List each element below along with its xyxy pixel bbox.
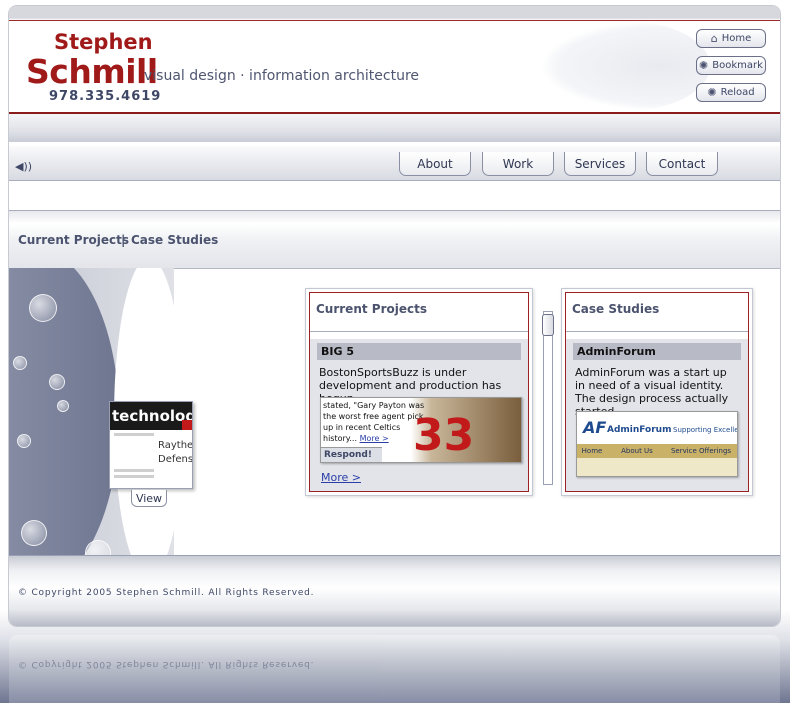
card-inner: Current Projects BIG 5 BostonSportsBuzz … bbox=[309, 292, 529, 492]
case-study-screenshot[interactable]: AF AdminForum Supporting Excelle Home Ab… bbox=[576, 411, 738, 477]
card-header-divider bbox=[566, 331, 748, 332]
site-tagline: visual design · information architecture bbox=[144, 68, 420, 84]
breadcrumb-current-projects[interactable]: Current Projects bbox=[18, 233, 129, 247]
header-rule bbox=[9, 20, 780, 21]
site-header: Stephen Schmill visual design · informat… bbox=[9, 6, 780, 114]
case-studies-card: Case Studies AdminForum AdminForum was a… bbox=[561, 288, 753, 496]
bubble-decoration bbox=[57, 400, 69, 412]
respond-tab[interactable]: Respond! bbox=[321, 447, 382, 462]
bubble-decoration bbox=[85, 540, 111, 555]
scrollbar[interactable] bbox=[542, 311, 554, 485]
phone-number: 978.335.4619 bbox=[49, 89, 162, 104]
bookmark-button-label: Bookmark bbox=[712, 60, 763, 71]
screenshot-nav-about[interactable]: About Us bbox=[607, 447, 667, 455]
copyright-reflection: © Copyright 2005 Stephen Schmill. All Ri… bbox=[18, 659, 315, 669]
screenshot-nav: Home About Us Service Offerings bbox=[577, 444, 737, 458]
bubble-decoration bbox=[21, 520, 47, 546]
adminforum-logo-mark: AF bbox=[583, 418, 607, 437]
site-footer: © Copyright 2005 Stephen Schmill. All Ri… bbox=[9, 555, 780, 626]
home-button[interactable]: ⌂ Home bbox=[696, 29, 766, 48]
tab-contact[interactable]: Contact bbox=[646, 152, 718, 176]
card-inner: Case Studies AdminForum AdminForum was a… bbox=[565, 292, 749, 492]
header-band bbox=[9, 114, 780, 142]
screenshot-body bbox=[577, 458, 737, 476]
bubble-decoration bbox=[49, 374, 65, 390]
screenshot-nav-home[interactable]: Home bbox=[577, 447, 607, 455]
portfolio-thumbnail[interactable]: technology Raytheo Defense bbox=[109, 401, 193, 489]
home-icon: ⌂ bbox=[710, 32, 718, 45]
screenshot-more-link[interactable]: More > bbox=[360, 434, 389, 443]
gear-icon: ✺ bbox=[699, 59, 709, 72]
breadcrumb-case-studies[interactable]: Case Studies bbox=[131, 233, 218, 247]
thumbnail-title-2: Defense bbox=[158, 454, 193, 465]
divider-band bbox=[9, 210, 780, 223]
adminforum-logo-text: AdminForum bbox=[607, 425, 672, 435]
scrollbar-thumb[interactable] bbox=[542, 314, 554, 336]
card-header-divider bbox=[310, 331, 528, 332]
case-study-title: AdminForum bbox=[573, 343, 741, 360]
current-projects-card: Current Projects BIG 5 BostonSportsBuzz … bbox=[305, 288, 533, 496]
reload-button-label: Reload bbox=[720, 87, 755, 98]
home-button-label: Home bbox=[721, 33, 752, 44]
gear-icon: ✺ bbox=[707, 86, 717, 99]
reload-button[interactable]: ✺ Reload bbox=[696, 83, 766, 102]
card-title: Case Studies bbox=[572, 302, 660, 316]
logo-first-name: Stephen bbox=[54, 30, 153, 54]
project-title: BIG 5 bbox=[317, 343, 521, 360]
card-title: Current Projects bbox=[316, 302, 427, 316]
bookmark-button[interactable]: ✺ Bookmark bbox=[696, 56, 766, 75]
page-frame: Stephen Schmill visual design · informat… bbox=[9, 6, 780, 626]
adminforum-tagline: Supporting Excelle bbox=[673, 426, 738, 434]
header-swoosh bbox=[540, 21, 710, 111]
bubble-decoration bbox=[29, 294, 57, 322]
project-screenshot[interactable]: stated, "Gary Payton was the worst free … bbox=[320, 397, 522, 463]
breadcrumb-separator: | bbox=[121, 233, 126, 247]
thumbnail-line bbox=[114, 433, 154, 436]
logo-last-name: Schmill bbox=[26, 52, 158, 91]
view-button[interactable]: View bbox=[131, 490, 167, 507]
copyright-text: © Copyright 2005 Stephen Schmill. All Ri… bbox=[18, 588, 315, 598]
tab-services[interactable]: Services bbox=[564, 152, 636, 176]
thumbnail-line bbox=[114, 475, 154, 478]
thumbnail-title-1: Raytheo bbox=[158, 440, 193, 451]
page-reflection: © Copyright 2005 Stephen Schmill. All Ri… bbox=[9, 635, 780, 703]
more-link[interactable]: More > bbox=[321, 471, 361, 484]
tab-work[interactable]: Work bbox=[482, 152, 554, 176]
thumbnail-accent bbox=[182, 420, 192, 430]
thumbnail-line bbox=[114, 469, 154, 472]
speaker-icon[interactable]: ◀)) bbox=[15, 160, 32, 173]
screenshot-nav-services[interactable]: Service Offerings bbox=[667, 447, 735, 455]
screenshot-text: stated, "Gary Payton was the worst free … bbox=[323, 400, 427, 444]
jersey-number: 33 bbox=[413, 410, 475, 461]
bubble-decoration bbox=[13, 356, 27, 370]
bubble-decoration bbox=[17, 434, 31, 448]
tab-about[interactable]: About bbox=[399, 152, 471, 176]
thumbnail-header: technology bbox=[110, 402, 192, 430]
